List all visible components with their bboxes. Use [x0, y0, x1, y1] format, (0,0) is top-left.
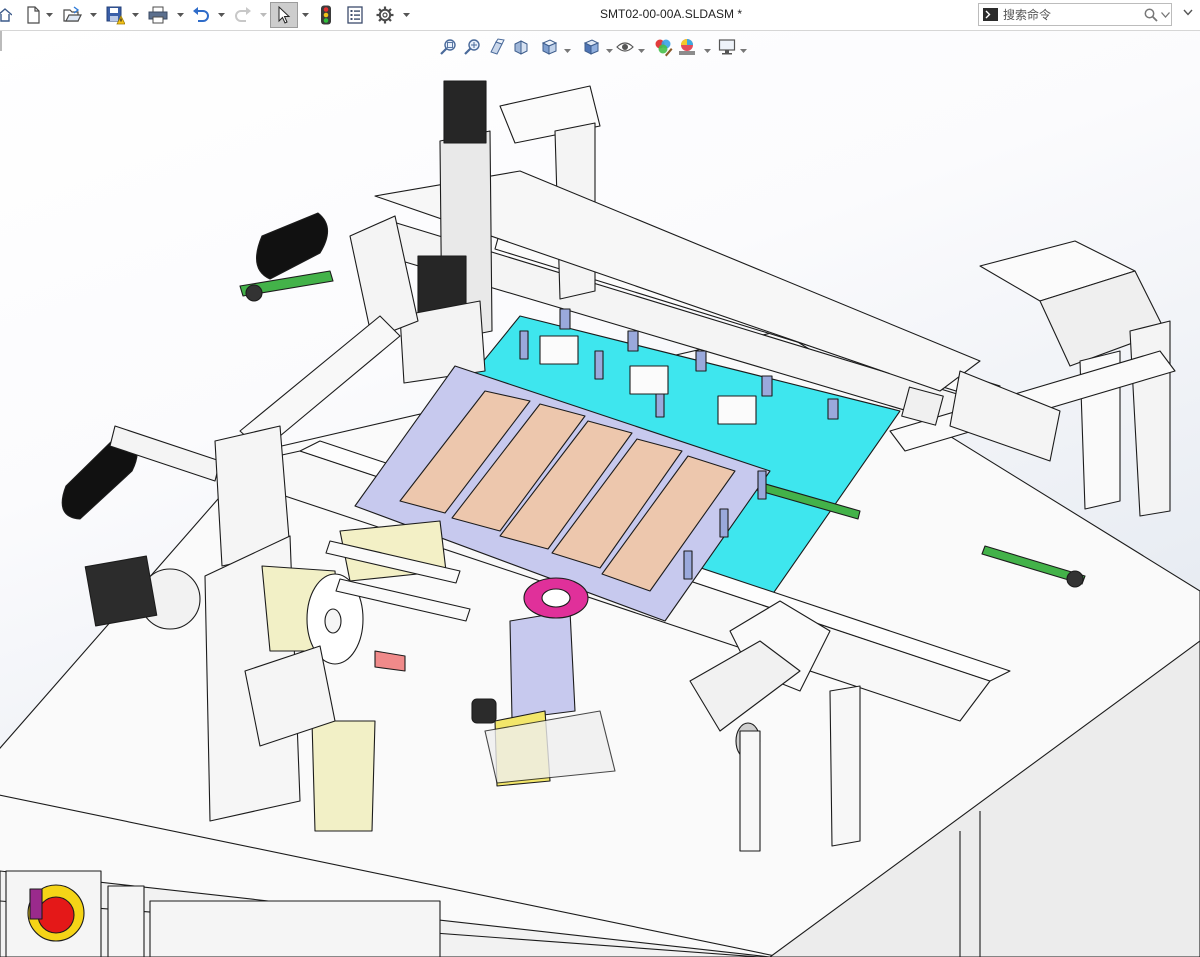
options-dropdown[interactable]	[401, 9, 411, 21]
save-dropdown[interactable]	[130, 9, 140, 21]
open-button[interactable]	[61, 3, 83, 27]
file-properties-button[interactable]	[344, 3, 366, 27]
undo-button[interactable]	[190, 3, 212, 27]
print-icon	[148, 6, 168, 24]
chevron-down-icon	[176, 12, 184, 17]
print-button[interactable]	[146, 3, 170, 27]
tape-unit-servo	[84, 555, 158, 627]
front-right-leg	[739, 730, 761, 852]
chevron-down-icon	[402, 12, 410, 17]
home-icon	[0, 8, 12, 22]
chevron-down-icon	[259, 12, 267, 17]
command-prompt-icon	[983, 8, 998, 21]
tape-strip	[311, 720, 376, 832]
new-document-dropdown[interactable]	[44, 9, 54, 21]
nozzle-knob	[471, 698, 497, 724]
chevron-down-icon	[301, 12, 309, 17]
estop-base	[29, 888, 43, 920]
redo-dropdown[interactable]	[258, 9, 268, 21]
chevron-down-icon	[131, 12, 139, 17]
front-right-leg-2	[829, 685, 861, 847]
title-bar: SMT02-00-00A.SLDASM *	[0, 0, 1200, 31]
document-title: SMT02-00-00A.SLDASM *	[600, 7, 743, 21]
options-gear-icon	[376, 6, 394, 24]
chevron-down-icon	[45, 12, 53, 17]
cabinet-panel-main	[149, 900, 441, 957]
search-commands-box[interactable]	[978, 3, 1172, 26]
file-properties-icon	[347, 6, 363, 24]
new-document-button[interactable]	[22, 3, 44, 27]
print-dropdown[interactable]	[175, 9, 185, 21]
rebuild-traffic-light-icon	[321, 5, 331, 25]
select-pointer-icon	[278, 6, 291, 24]
search-icon[interactable]	[1144, 8, 1158, 22]
magenta-nozzle-cup-inner	[541, 588, 571, 608]
chevron-down-icon	[89, 12, 97, 17]
belt-pulley-left	[245, 284, 263, 302]
cabinet-panel-mid	[107, 885, 145, 957]
save-button[interactable]	[104, 3, 126, 27]
nozzle-station-column	[509, 610, 576, 720]
open-folder-icon	[63, 6, 82, 22]
tape-reel-hub	[324, 608, 342, 634]
search-options-chevron-icon[interactable]	[1161, 12, 1170, 18]
search-input[interactable]	[1003, 5, 1115, 24]
belt-pulley-right	[1066, 570, 1084, 588]
select-button[interactable]	[270, 2, 298, 28]
new-document-icon	[27, 6, 40, 24]
chevron-down-icon	[217, 12, 225, 17]
redo-icon	[235, 7, 251, 22]
select-dropdown[interactable]	[300, 9, 310, 21]
undo-icon	[193, 7, 209, 22]
redo-button[interactable]	[232, 3, 254, 27]
save-warning-icon	[106, 6, 125, 25]
estop-mushroom	[37, 896, 75, 934]
ribbon-collapse-chevron-icon[interactable]	[1183, 9, 1193, 16]
right-gantry-leg	[1129, 320, 1171, 517]
home-button[interactable]	[0, 3, 12, 27]
assembly-model[interactable]	[0, 31, 1200, 957]
black-handle-upper	[256, 212, 329, 280]
options-button[interactable]	[374, 3, 396, 27]
open-dropdown[interactable]	[88, 9, 98, 21]
undo-dropdown[interactable]	[216, 9, 226, 21]
graphics-area[interactable]	[0, 31, 1200, 957]
z-axis-motor-top	[443, 80, 487, 144]
rebuild-button[interactable]	[316, 3, 336, 27]
